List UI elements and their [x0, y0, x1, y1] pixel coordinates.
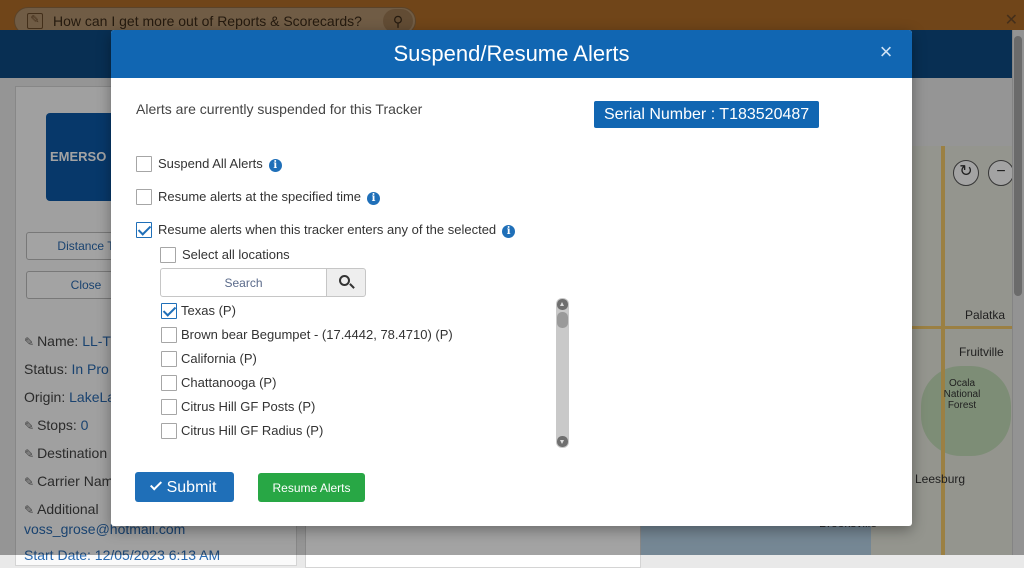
submit-button[interactable]: Submit	[135, 472, 234, 502]
dialog-title: Suspend/Resume Alerts	[393, 41, 630, 66]
resume-enter-checkbox[interactable]	[136, 222, 152, 238]
location-label[interactable]: Brown bear Begumpet - (17.4442, 78.4710)…	[181, 327, 453, 342]
location-label[interactable]: California (P)	[181, 351, 257, 366]
suspend-all-checkbox[interactable]	[136, 156, 152, 172]
location-checkbox[interactable]	[161, 399, 177, 415]
location-list-scrollbar[interactable]	[556, 298, 569, 448]
info-icon[interactable]: i	[367, 192, 381, 205]
location-list[interactable]: Texas (P) Brown bear Begumpet - (17.4442…	[159, 297, 569, 447]
alerts-status-text: Alerts are currently suspended for this …	[136, 101, 423, 117]
scroll-up-icon[interactable]	[557, 299, 568, 310]
location-checkbox[interactable]	[161, 351, 177, 367]
resume-alerts-button[interactable]: Resume Alerts	[258, 473, 365, 502]
dialog-header: Suspend/Resume Alerts ×	[111, 30, 912, 78]
location-checkbox[interactable]	[161, 327, 177, 343]
suspend-resume-dialog: Suspend/Resume Alerts × Alerts are curre…	[111, 30, 912, 526]
location-checkbox[interactable]	[161, 303, 177, 319]
location-label[interactable]: Chattanooga (P)	[181, 375, 276, 390]
location-label[interactable]: Texas (P)	[181, 303, 236, 318]
location-search-input[interactable]	[160, 268, 327, 297]
suspend-all-label[interactable]: Suspend All Alerts i	[158, 156, 282, 172]
info-icon[interactable]: i	[268, 159, 282, 172]
scroll-down-icon[interactable]	[557, 436, 568, 447]
resume-time-label[interactable]: Resume alerts at the specified time i	[158, 189, 381, 205]
select-all-locations-label[interactable]: Select all locations	[182, 247, 290, 262]
location-search-button[interactable]	[326, 268, 366, 297]
close-icon[interactable]: ×	[876, 41, 896, 65]
location-checkbox[interactable]	[161, 423, 177, 439]
select-all-locations-checkbox[interactable]	[160, 247, 176, 263]
scrollbar-thumb[interactable]	[557, 312, 568, 328]
serial-number-badge: Serial Number : T183520487	[594, 101, 820, 128]
resume-time-checkbox[interactable]	[136, 189, 152, 205]
resume-enter-label[interactable]: Resume alerts when this tracker enters a…	[158, 222, 516, 238]
check-icon	[149, 478, 162, 491]
location-label[interactable]: Citrus Hill GF Posts (P)	[181, 399, 315, 414]
location-checkbox[interactable]	[161, 375, 177, 391]
info-icon[interactable]: i	[502, 225, 516, 238]
location-label[interactable]: Citrus Hill GF Radius (P)	[181, 423, 323, 438]
